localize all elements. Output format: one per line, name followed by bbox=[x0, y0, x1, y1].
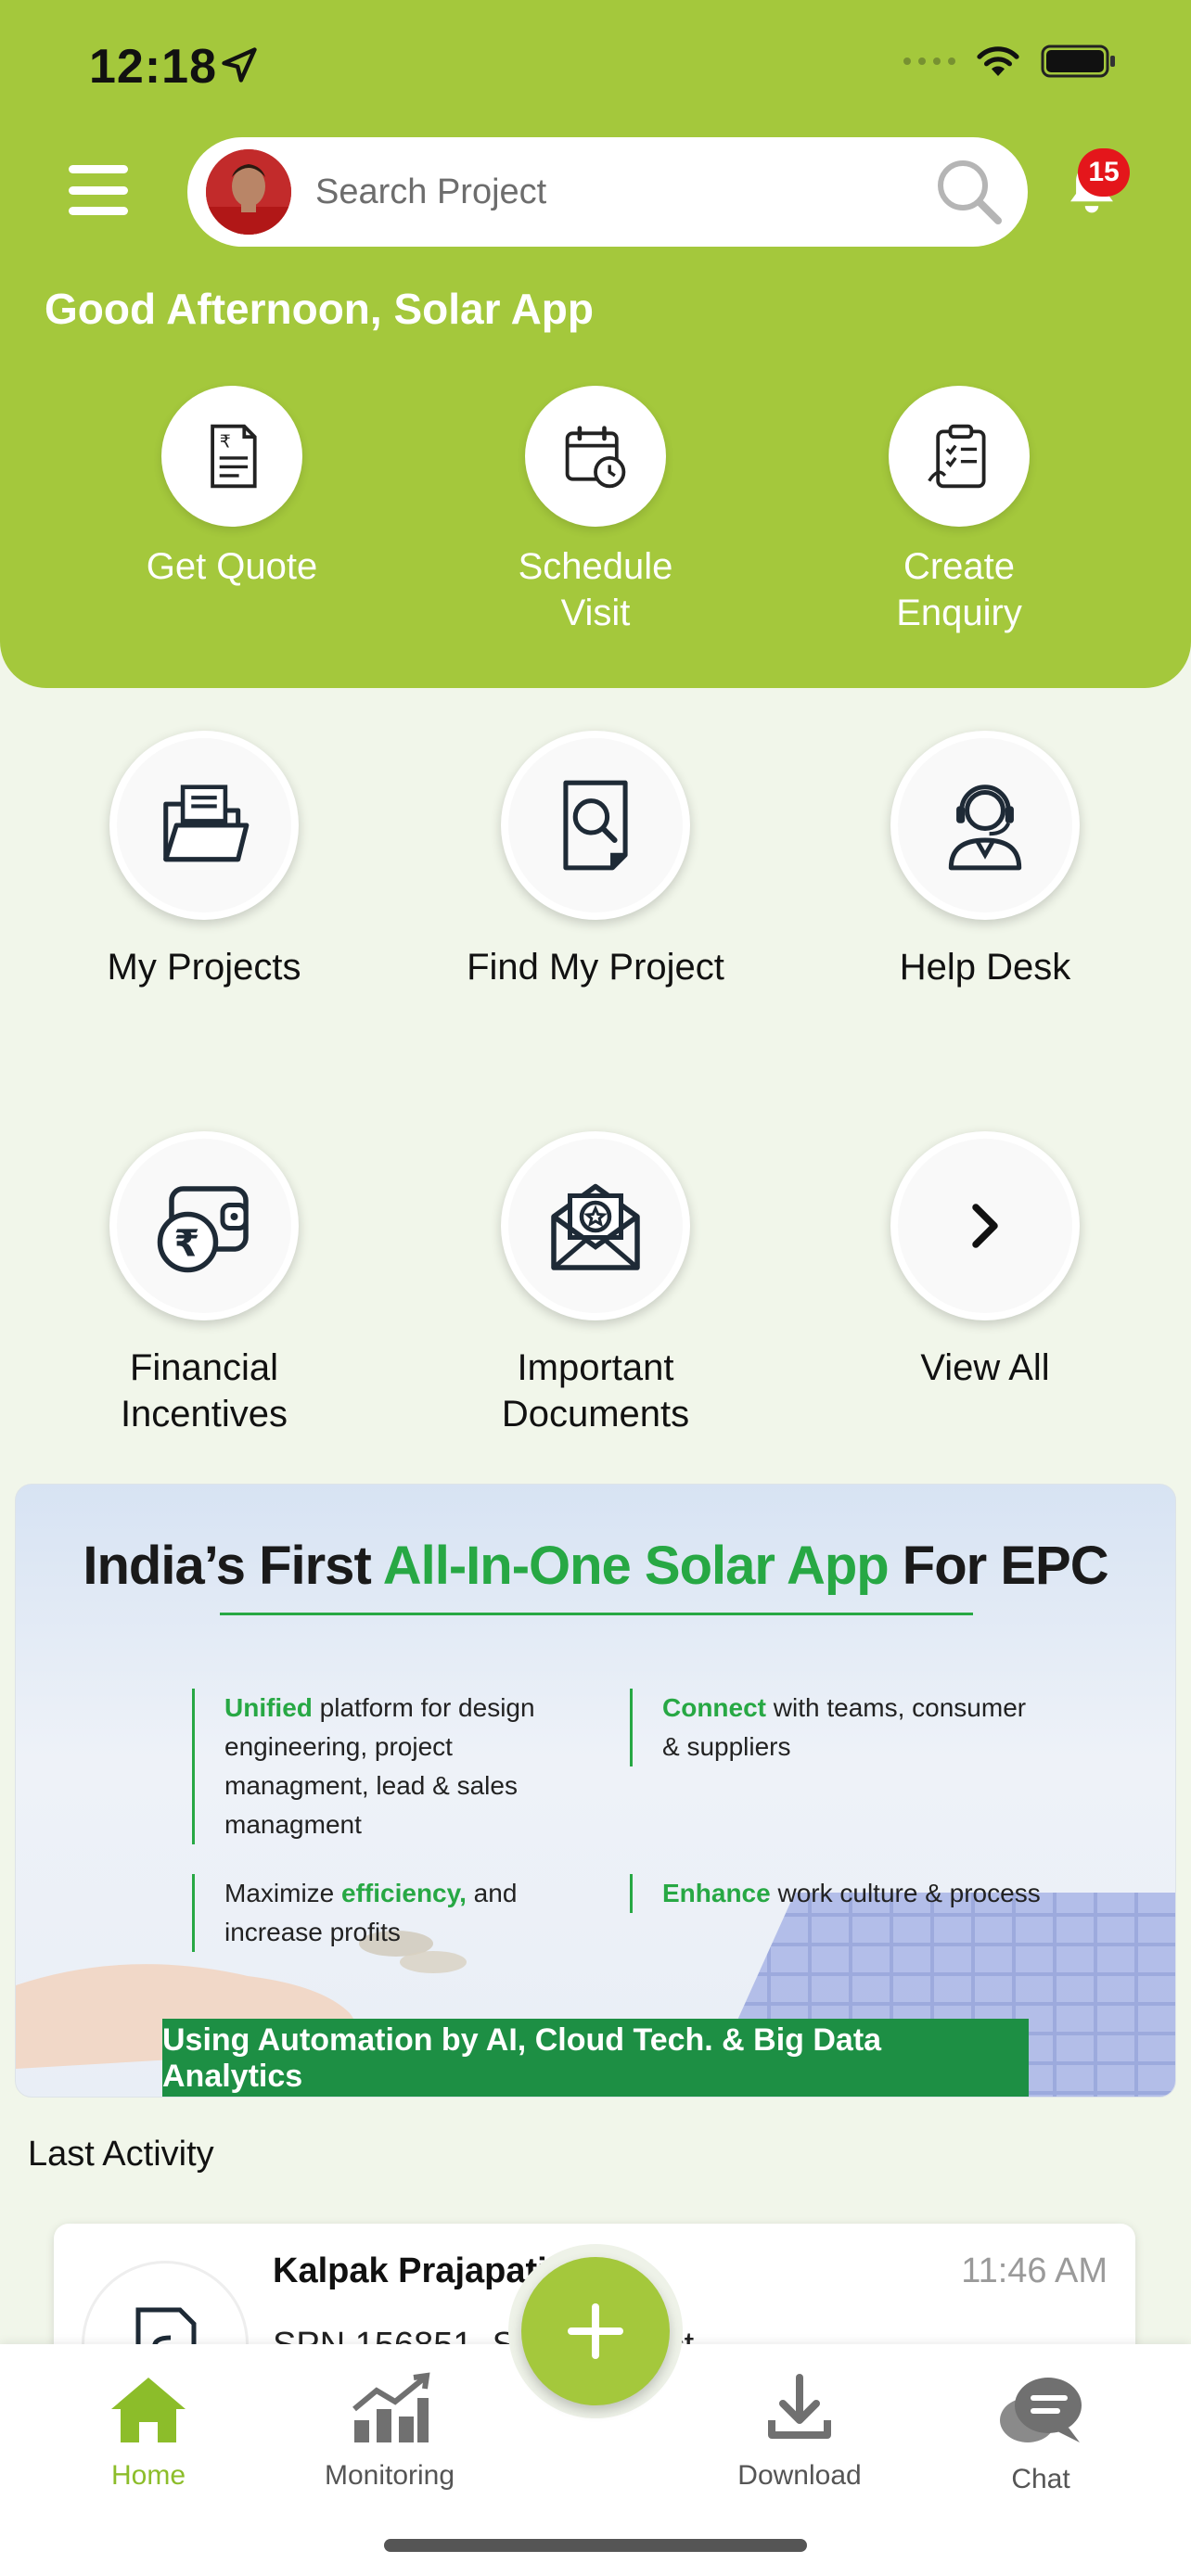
activity-time: 11:46 AM bbox=[961, 2251, 1108, 2290]
hamburger-menu-icon[interactable] bbox=[69, 165, 128, 215]
quick-action-label: Get Quote bbox=[146, 546, 318, 587]
quick-action-button[interactable] bbox=[525, 386, 666, 527]
banner-bullet: Maximize efficiency, and increase profit… bbox=[192, 1874, 582, 1952]
nav-chat[interactable]: Chat bbox=[948, 2372, 1133, 2495]
grid-item-find-my-project[interactable]: Find My Project bbox=[429, 731, 762, 990]
quick-action-create-enquiry[interactable]: Create Enquiry bbox=[829, 386, 1089, 636]
home-icon bbox=[111, 2378, 186, 2442]
location-arrow-icon bbox=[222, 47, 257, 83]
banner-cta-strip: Using Automation by AI, Cloud Tech. & Bi… bbox=[162, 2019, 1029, 2097]
nav-label: Home bbox=[110, 2460, 186, 2491]
grid-item-label: Important Documents bbox=[501, 1347, 690, 1435]
add-fab-button[interactable] bbox=[521, 2257, 670, 2405]
grid-item-label: My Projects bbox=[107, 947, 301, 988]
quick-action-label: Schedule Visit bbox=[518, 546, 673, 633]
status-indicators bbox=[903, 43, 1117, 80]
banner-divider bbox=[220, 1613, 973, 1615]
search-input[interactable] bbox=[315, 172, 909, 212]
document-search-icon bbox=[563, 780, 628, 871]
grid-item-button[interactable] bbox=[890, 1131, 1080, 1320]
calendar-clock-icon bbox=[565, 426, 626, 489]
promo-banner[interactable]: India’s First All-In-One Solar App For E… bbox=[15, 1484, 1176, 2098]
quick-action-button[interactable] bbox=[889, 386, 1030, 527]
grid-item-label: Help Desk bbox=[899, 947, 1071, 988]
bullet-key: Unified bbox=[224, 1693, 313, 1722]
svg-text:₹: ₹ bbox=[174, 1223, 200, 1266]
grid-item-button[interactable] bbox=[109, 731, 299, 920]
quote-document-icon: ₹ bbox=[211, 424, 257, 489]
banner-bullet: Unified platform for design engineering,… bbox=[192, 1689, 582, 1844]
search-icon[interactable] bbox=[931, 154, 1005, 228]
banner-bullet: Connect with teams, consumer & suppliers bbox=[630, 1689, 1038, 1766]
grid-item-financial-incentives[interactable]: ₹ Financial Incentives bbox=[37, 1131, 371, 1437]
bullet-text: work culture & process bbox=[770, 1879, 1041, 1907]
banner-title: India’s First All-In-One Solar App For E… bbox=[16, 1535, 1175, 1597]
nav-label: Monitoring bbox=[324, 2460, 455, 2491]
quick-action-label: Create Enquiry bbox=[896, 546, 1022, 633]
nav-home[interactable]: Home bbox=[56, 2372, 241, 2492]
grid-item-help-desk[interactable]: Help Desk bbox=[818, 731, 1152, 990]
nav-download[interactable]: Download bbox=[707, 2372, 892, 2492]
header-panel: 12:18 Search Project 15 Good Afternoon, … bbox=[0, 0, 1191, 688]
bullet-key: efficiency, bbox=[341, 1879, 467, 1907]
envelope-star-icon bbox=[551, 1183, 640, 1270]
grid-item-button[interactable] bbox=[501, 731, 690, 920]
grid-item-button[interactable] bbox=[501, 1131, 690, 1320]
banner-bullet: Enhance work culture & process bbox=[630, 1874, 1057, 1913]
banner-title-part1: India’s First bbox=[83, 1536, 383, 1596]
search-bar bbox=[187, 137, 1028, 247]
grid-item-label: View All bbox=[920, 1347, 1050, 1388]
grid-item-view-all[interactable]: View All bbox=[818, 1131, 1152, 1391]
home-indicator bbox=[384, 2539, 807, 2552]
cellular-signal-icon bbox=[903, 57, 955, 65]
nav-monitoring[interactable]: Monitoring bbox=[297, 2372, 482, 2492]
app-screen: 12:18 Search Project 15 Good Afternoon, … bbox=[0, 0, 1191, 2576]
bullet-key: Connect bbox=[662, 1693, 766, 1722]
wifi-icon bbox=[977, 46, 1019, 76]
status-time: 12:18 bbox=[89, 40, 217, 94]
clipboard-checklist-icon bbox=[928, 424, 986, 489]
wallet-rupee-icon: ₹ bbox=[157, 1186, 249, 1273]
nav-label: Chat bbox=[1011, 2464, 1070, 2494]
quick-action-button[interactable]: ₹ bbox=[161, 386, 302, 527]
grid-item-my-projects[interactable]: My Projects bbox=[37, 731, 371, 990]
grid-item-important-documents[interactable]: Important Documents bbox=[429, 1131, 762, 1437]
quick-action-schedule-visit[interactable]: Schedule Visit bbox=[466, 386, 725, 636]
bar-chart-icon bbox=[352, 2372, 430, 2442]
greeting-text: Good Afternoon, Solar App bbox=[45, 285, 594, 333]
grid-item-button[interactable] bbox=[890, 731, 1080, 920]
nav-label: Download bbox=[737, 2460, 862, 2491]
bullet-key: Enhance bbox=[662, 1879, 771, 1907]
grid-item-label: Financial Incentives bbox=[120, 1347, 288, 1435]
banner-title-highlight: All-In-One Solar App bbox=[382, 1536, 890, 1596]
svg-text:₹: ₹ bbox=[220, 432, 231, 453]
quick-action-get-quote[interactable]: ₹ Get Quote bbox=[102, 386, 362, 590]
grid-item-label: Find My Project bbox=[467, 947, 724, 988]
last-activity-heading: Last Activity bbox=[28, 2135, 214, 2174]
chevron-right-icon bbox=[972, 1204, 998, 1248]
notification-badge: 15 bbox=[1078, 148, 1130, 197]
headset-agent-icon bbox=[948, 784, 1022, 871]
battery-icon bbox=[1041, 45, 1115, 78]
grid-item-button[interactable]: ₹ bbox=[109, 1131, 299, 1320]
banner-title-part2: For EPC bbox=[888, 1536, 1109, 1596]
bullet-prefix: Maximize bbox=[224, 1879, 342, 1907]
avatar[interactable] bbox=[206, 149, 291, 235]
download-icon bbox=[768, 2374, 831, 2439]
plus-icon bbox=[568, 2303, 623, 2359]
folder-documents-icon bbox=[163, 784, 250, 862]
chat-bubbles-icon bbox=[1000, 2378, 1082, 2442]
